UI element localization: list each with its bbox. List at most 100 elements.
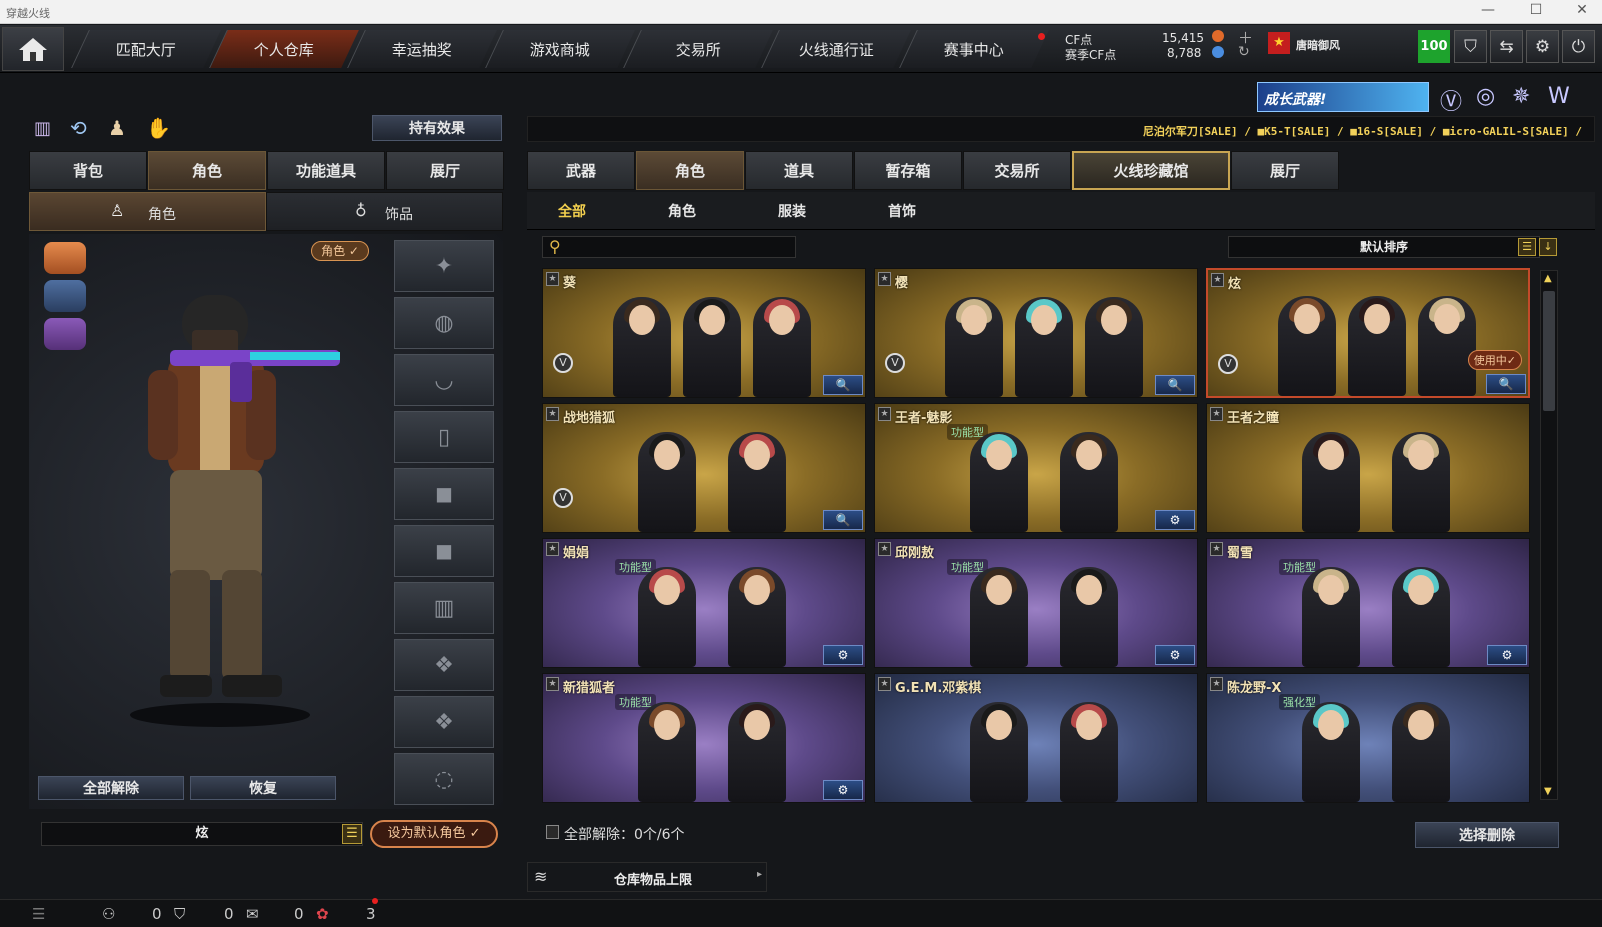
restore-button[interactable]: 恢复 xyxy=(190,776,336,800)
settings-icon[interactable]: ⚙ xyxy=(1487,645,1527,665)
settings-icon[interactable]: ⚙ xyxy=(823,645,863,665)
equipment-slot[interactable]: ▯ xyxy=(394,411,494,463)
left-tab-3[interactable]: 展厅 xyxy=(386,151,504,190)
right-tab-6[interactable]: 展厅 xyxy=(1231,151,1339,190)
search-icon[interactable]: 🔍 xyxy=(1155,375,1195,395)
right-subtab-3[interactable]: 首饰 xyxy=(888,201,916,221)
close-button[interactable]: ✕ xyxy=(1572,2,1592,18)
favorite-icon[interactable]: ★ xyxy=(878,407,891,421)
menu-icon[interactable]: ☰ xyxy=(32,905,45,923)
role-card[interactable]: ★ 新猎狐者 功能型 ⚙ xyxy=(542,673,866,803)
role-card[interactable]: ★ 陈龙野-X 强化型 xyxy=(1206,673,1530,803)
equipment-slot[interactable]: ◼ xyxy=(394,525,494,577)
maximize-button[interactable]: ☐ xyxy=(1526,2,1546,18)
nav-tab-3[interactable]: 游戏商城 xyxy=(485,30,635,68)
favorite-icon[interactable]: ★ xyxy=(1210,677,1223,691)
nav-tab-0[interactable]: 匹配大厅 xyxy=(71,30,221,68)
right-subtab-1[interactable]: 角色 xyxy=(668,201,696,221)
search-icon[interactable]: 🔍 xyxy=(1486,374,1526,394)
right-tab-3[interactable]: 暂存箱 xyxy=(854,151,962,190)
subtab-role[interactable]: ♙ 角色 xyxy=(29,192,266,231)
equipment-slot[interactable]: ◡ xyxy=(394,354,494,406)
chat-icon[interactable]: ✉ xyxy=(246,905,259,923)
subtab-accessory[interactable]: ♁ 饰品 xyxy=(266,192,503,231)
sort-dropdown[interactable]: 默认排序 xyxy=(1228,236,1540,258)
ability-fire-icon[interactable] xyxy=(44,242,86,274)
scroll-up-icon[interactable]: ▲ xyxy=(1544,273,1552,284)
equipment-slot[interactable]: ▥ xyxy=(394,582,494,634)
favorite-icon[interactable]: ★ xyxy=(1210,407,1223,421)
role-card[interactable]: ★ 王者之瞳 xyxy=(1206,403,1530,533)
scroll-down-icon[interactable]: ▼ xyxy=(1544,786,1552,797)
role-card[interactable]: ★ 葵 V 🔍 xyxy=(542,268,866,398)
search-text[interactable] xyxy=(569,238,789,256)
settings-button[interactable]: ⚙ xyxy=(1526,30,1559,63)
release-all-checkbox[interactable] xyxy=(546,825,559,839)
friends-icon[interactable]: ⚇ xyxy=(102,905,115,923)
role-card[interactable]: ★ 王者-魅影 功能型 ⚙ xyxy=(874,403,1198,533)
rotate-icon[interactable]: ⟲ xyxy=(70,116,87,140)
sort-direction-icon[interactable]: ↓ xyxy=(1539,238,1557,256)
exit-room-button[interactable]: ⇆ xyxy=(1490,30,1523,63)
nav-tab-2[interactable]: 幸运抽奖 xyxy=(347,30,497,68)
favorite-icon[interactable]: ★ xyxy=(878,677,891,691)
favorite-icon[interactable]: ★ xyxy=(546,677,559,691)
favorite-icon[interactable]: ★ xyxy=(546,407,559,421)
equipment-slot[interactable]: ❖ xyxy=(394,639,494,691)
role-card[interactable]: ★ G.E.M.邓紫棋 xyxy=(874,673,1198,803)
favorite-icon[interactable]: ★ xyxy=(1211,273,1224,287)
character-pose-icon[interactable]: ♟ xyxy=(108,116,126,140)
favorite-icon[interactable]: ★ xyxy=(546,272,559,286)
favorite-icon[interactable]: ★ xyxy=(878,542,891,556)
search-input[interactable]: ⚲ xyxy=(542,236,796,258)
right-tab-4[interactable]: 交易所 xyxy=(963,151,1071,190)
select-delete-button[interactable]: 选择删除 xyxy=(1415,822,1559,848)
shield-button[interactable]: ⛉ xyxy=(1454,30,1487,63)
clan-icon[interactable]: ⛉ xyxy=(174,905,185,923)
minimize-button[interactable]: — xyxy=(1478,2,1498,18)
settings-icon[interactable]: ⚙ xyxy=(1155,645,1195,665)
search-icon[interactable]: 🔍 xyxy=(823,375,863,395)
right-tab-0[interactable]: 武器 xyxy=(527,151,635,190)
equipment-slot[interactable]: ✦ xyxy=(394,240,494,292)
gift-icon[interactable]: ✿ xyxy=(316,905,329,923)
role-card[interactable]: ★ 樱 V 🔍 xyxy=(874,268,1198,398)
nav-tab-4[interactable]: 交易所 xyxy=(623,30,773,68)
ability-wing-icon[interactable] xyxy=(44,280,86,312)
right-tab-1[interactable]: 角色 xyxy=(636,151,744,190)
release-all-button[interactable]: 全部解除 xyxy=(38,776,184,800)
list-menu-icon[interactable]: ☰ xyxy=(342,824,362,844)
left-tab-2[interactable]: 功能道具 xyxy=(267,151,385,190)
ranking-icon[interactable]: ▥ xyxy=(34,118,51,139)
equipment-slot[interactable]: ◍ xyxy=(394,297,494,349)
v-badge-icon[interactable]: Ⓥ xyxy=(1440,84,1462,116)
role-card[interactable]: ★ 蜀雪 功能型 ⚙ xyxy=(1206,538,1530,668)
scroll-thumb[interactable] xyxy=(1543,291,1555,411)
globe-icon[interactable]: ◎ xyxy=(1476,84,1495,109)
role-card[interactable]: ★ 邱刚敖 功能型 ⚙ xyxy=(874,538,1198,668)
power-button[interactable]: ⏻ xyxy=(1562,30,1595,63)
right-tab-5[interactable]: 火线珍藏馆 xyxy=(1072,151,1230,190)
sale-ticker[interactable]: 尼泊尔军刀[SALE] / ■K5-T[SALE] / ■16-S[SALE] … xyxy=(1143,123,1582,139)
equipment-slot[interactable]: ❖ xyxy=(394,696,494,748)
scrollbar[interactable]: ▲ ▼ xyxy=(1540,270,1558,800)
settings-icon[interactable]: ⚙ xyxy=(823,780,863,800)
equipment-slot[interactable]: ◼ xyxy=(394,468,494,520)
nav-tab-6[interactable]: 赛事中心 xyxy=(899,30,1049,68)
refresh-icon[interactable]: ↻ xyxy=(1238,44,1250,60)
left-tab-0[interactable]: 背包 xyxy=(29,151,147,190)
equipment-slot[interactable]: ◌ xyxy=(394,753,494,805)
right-tab-2[interactable]: 道具 xyxy=(745,151,853,190)
nav-tab-1[interactable]: 个人仓库 xyxy=(209,30,359,68)
nav-tab-5[interactable]: 火线通行证 xyxy=(761,30,911,68)
capacity-bar[interactable]: ≋ 仓库物品上限 ▸ xyxy=(527,862,767,892)
promo-banner[interactable]: 成长武器! xyxy=(1257,82,1429,112)
favorite-icon[interactable]: ★ xyxy=(878,272,891,286)
right-subtab-0[interactable]: 全部 xyxy=(558,201,586,221)
ability-bird-icon[interactable] xyxy=(44,318,86,350)
set-default-role-button[interactable]: 设为默认角色 ✓ xyxy=(370,820,498,848)
w-logo-icon[interactable]: W xyxy=(1548,84,1570,109)
sort-list-icon[interactable]: ☰ xyxy=(1518,238,1536,256)
effects-button[interactable]: 持有效果 xyxy=(372,115,502,141)
search-icon[interactable]: 🔍 xyxy=(823,510,863,530)
